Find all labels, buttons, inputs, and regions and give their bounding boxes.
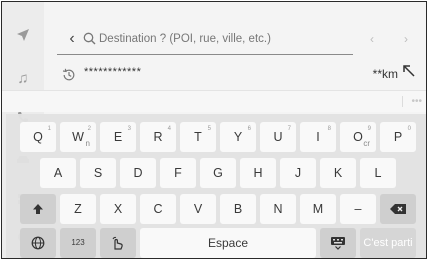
- key-label: T: [194, 130, 202, 144]
- key-number-hint: 1: [47, 126, 51, 132]
- key-i[interactable]: I8: [300, 122, 336, 152]
- navigation-screen: ♫ ‹ Destination ? (POI, rue, ville, etc.…: [1, 1, 427, 259]
- music-note-icon[interactable]: ♫: [14, 70, 32, 88]
- key-number-hint: 6: [247, 126, 251, 132]
- key-k[interactable]: K: [320, 158, 356, 188]
- key-label: I: [316, 130, 320, 144]
- key-j[interactable]: J: [280, 158, 316, 188]
- back-button[interactable]: ‹: [63, 28, 81, 50]
- space-key[interactable]: Espace: [140, 228, 316, 258]
- result-row[interactable]: ************ **km: [44, 60, 426, 90]
- key-accent-hint: n: [85, 139, 90, 148]
- key-n[interactable]: N: [260, 194, 296, 224]
- key-y[interactable]: Y6: [220, 122, 256, 152]
- suggestion-strip: •••: [2, 90, 426, 112]
- key-e[interactable]: E3: [100, 122, 136, 152]
- key-r[interactable]: R4: [140, 122, 176, 152]
- next-result-icon[interactable]: ›: [399, 32, 413, 46]
- backspace-icon: [390, 204, 406, 214]
- previous-result-icon[interactable]: ‹: [365, 32, 379, 46]
- key-q[interactable]: Q1: [20, 122, 56, 152]
- key-l[interactable]: L: [360, 158, 396, 188]
- key-label: Y: [233, 130, 243, 144]
- result-name: ************: [84, 66, 142, 78]
- search-bar[interactable]: ‹ Destination ? (POI, rue, ville, etc.): [57, 24, 353, 54]
- numbers-key[interactable]: 123: [60, 228, 96, 258]
- history-icon: [62, 68, 76, 82]
- shift-key[interactable]: [20, 194, 56, 224]
- search-icon: [83, 32, 96, 45]
- key-a[interactable]: A: [40, 158, 76, 188]
- key-dash[interactable]: –: [340, 194, 376, 224]
- globe-icon: [31, 236, 45, 250]
- direction-arrow-icon: [402, 64, 418, 80]
- keyboard-hide-icon: [331, 237, 345, 250]
- key-w[interactable]: W2 n: [60, 122, 96, 152]
- key-number-hint: 3: [127, 126, 131, 132]
- key-s[interactable]: S: [80, 158, 116, 188]
- key-number-hint: 4: [167, 126, 171, 132]
- key-number-hint: 0: [407, 126, 411, 132]
- key-number-hint: 9: [367, 126, 371, 132]
- on-screen-keyboard: Q1 W2n E3 R4 T5 Y6 U7 I8 O 9 cr P0 A S D F…: [6, 114, 426, 258]
- key-v[interactable]: V: [180, 194, 216, 224]
- key-d[interactable]: D: [120, 158, 156, 188]
- key-t[interactable]: T5: [180, 122, 216, 152]
- key-label: U: [273, 130, 283, 144]
- shift-icon: [33, 204, 43, 214]
- key-label: O: [353, 130, 363, 144]
- keyboard-toggle-key[interactable]: [320, 228, 356, 258]
- key-number-hint: 7: [287, 126, 291, 132]
- key-b[interactable]: B: [220, 194, 256, 224]
- key-o[interactable]: O 9 cr: [340, 122, 376, 152]
- navigation-arrow-icon[interactable]: [14, 28, 32, 46]
- search-underline: [57, 54, 353, 55]
- key-label: Q: [33, 130, 43, 144]
- key-g[interactable]: G: [200, 158, 236, 188]
- key-m[interactable]: M: [300, 194, 336, 224]
- go-button[interactable]: C'est parti: [360, 228, 416, 258]
- key-label: E: [113, 130, 123, 144]
- search-input[interactable]: Destination ? (POI, rue, ville, etc.): [99, 29, 349, 49]
- key-label: P: [393, 130, 403, 144]
- key-c[interactable]: C: [140, 194, 176, 224]
- key-accent-hint: cr: [363, 139, 370, 148]
- key-number-hint: 5: [207, 126, 211, 132]
- handwriting-key[interactable]: [100, 228, 136, 258]
- key-h[interactable]: H: [240, 158, 276, 188]
- language-key[interactable]: [20, 228, 56, 258]
- key-number-hint: 8: [327, 126, 331, 132]
- more-options-button[interactable]: •••: [402, 96, 422, 107]
- key-u[interactable]: U7: [260, 122, 296, 152]
- handwriting-icon: [112, 236, 123, 250]
- key-z[interactable]: Z: [60, 194, 96, 224]
- key-x[interactable]: X: [100, 194, 136, 224]
- key-number-hint: 2: [87, 126, 91, 132]
- result-distance: **km: [372, 67, 398, 81]
- key-p[interactable]: P0: [380, 122, 416, 152]
- backspace-key[interactable]: [380, 194, 416, 224]
- key-f[interactable]: F: [160, 158, 196, 188]
- key-label: W: [72, 130, 84, 144]
- key-label: R: [153, 130, 163, 144]
